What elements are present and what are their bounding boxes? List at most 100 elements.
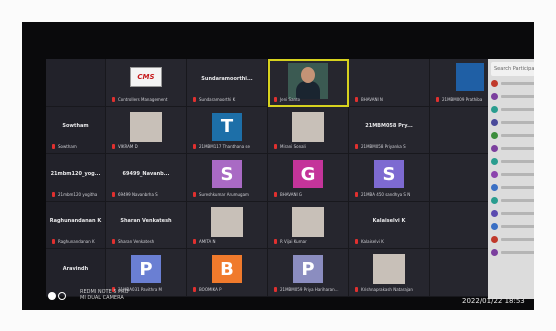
participant-name-text: BOOMIKA P (199, 286, 222, 292)
participant-tile[interactable]: S Sureshkumar Arumugam (187, 154, 268, 202)
mic-muted-icon (52, 191, 55, 197)
participant-photo (292, 206, 324, 237)
participant-search-input[interactable]: Search Participants (491, 62, 534, 76)
mic-muted-icon (193, 239, 196, 245)
camera-watermark-line2: MI DUAL CAMERA (80, 295, 124, 301)
hollow-dot-icon (58, 292, 66, 300)
participant-tile[interactable]: BHAVANI N (349, 59, 430, 107)
participant-tile[interactable]: CMS Controllers Management (106, 59, 187, 107)
participant-name-text: 21mbm120 yogitha (58, 191, 98, 197)
participant-name-label: 21mbm120 yogitha (52, 191, 101, 197)
participant-tile[interactable]: Sundaramoorthi... Sundaramoorthi K (187, 59, 268, 107)
participant-avatar-icon (491, 158, 498, 165)
participant-name-label: 21MBM059 Priya Hariharan... (274, 286, 344, 292)
participant-tile[interactable]: Kalaiselvi K Kalaiselvi K (349, 201, 430, 250)
photo-frame: CMS Controllers Management Sundaramoorthi.… (22, 22, 534, 310)
participant-name-label: Kalaiselvi K (355, 239, 425, 245)
participant-avatar: P (131, 255, 161, 284)
participant-name-text: Mirani Sonali (280, 144, 306, 150)
participant-name-label: Sowtham (52, 144, 101, 150)
participant-tile[interactable]: Raghunandanan K Raghunandanan K (46, 201, 106, 250)
participant-photo (292, 111, 324, 142)
participant-list-name (501, 212, 534, 215)
company-logo: CMS (130, 67, 162, 87)
participant-tile[interactable]: 21MBM058 Pry... 21MBM058 Priyanka S (349, 106, 430, 155)
participant-photo (373, 254, 405, 285)
participant-list-name (501, 173, 534, 176)
camera-watermark: REDMI NOTE 5 PRO MI DUAL CAMERA (80, 289, 129, 301)
participant-name-label: BHAVANI G (274, 191, 344, 197)
participant-list-item[interactable] (491, 169, 534, 180)
participant-name-text: Krishnaprakash Natarajan (361, 286, 413, 292)
participant-list-name (501, 134, 534, 137)
participant-tile[interactable]: Jeni Santo (268, 59, 349, 107)
participant-list-name (501, 95, 534, 98)
participant-photo (456, 63, 484, 91)
participant-tile[interactable]: R Vijai Kumar (268, 201, 349, 250)
participant-list-item[interactable] (491, 247, 534, 258)
participant-tile[interactable]: AMITA N (187, 201, 268, 250)
participant-tile[interactable]: Mirani Sonali (268, 106, 349, 155)
participant-avatar: G (293, 160, 323, 189)
participant-list-item[interactable] (491, 221, 534, 232)
participant-name-text: Sowtham (58, 144, 77, 150)
participant-tile[interactable]: Sharan Venkatesh Sharan Venkatesh (106, 201, 187, 250)
mic-muted-icon (193, 96, 196, 102)
mic-muted-icon (274, 286, 277, 292)
participant-tile[interactable]: T 21MBM117 Thanthana se (187, 106, 268, 155)
participant-list-name (501, 251, 534, 254)
mic-muted-icon (274, 96, 277, 102)
participant-tile[interactable]: 69499_Navanb... 69499 Navanbrha S (106, 154, 187, 202)
participant-list-item[interactable] (491, 156, 534, 167)
participant-display-name: Aravindh (62, 265, 89, 272)
participant-tile[interactable]: B BOOMIKA P (187, 249, 268, 297)
participant-list-item[interactable] (491, 195, 534, 206)
participant-tile[interactable]: Sowtham Sowtham (46, 106, 106, 155)
camera-watermark-dots (48, 292, 66, 300)
participant-tile[interactable]: VIKRAM D (106, 106, 187, 155)
participant-list-item[interactable] (491, 234, 534, 245)
participant-name-label: 69499 Navanbrha S (112, 191, 182, 197)
participant-list-item[interactable] (491, 208, 534, 219)
participant-list-name (501, 199, 534, 202)
participant-list-name (501, 186, 534, 189)
participant-avatar-icon (491, 145, 498, 152)
participant-tile[interactable]: G BHAVANI G (268, 154, 349, 202)
participant-avatar: S (374, 160, 404, 189)
participant-tile[interactable]: 21mbm120_yog... 21mbm120 yogitha (46, 154, 106, 202)
meeting-screen: CMS Controllers Management Sundaramoorthi.… (46, 59, 512, 297)
participant-name-label: AMITA N (193, 239, 263, 245)
participant-name-text: BHAVANI G (280, 191, 302, 197)
participant-name-label: Jeni Santo (274, 96, 344, 102)
participant-avatar-icon (491, 132, 498, 139)
participant-avatar-icon (491, 119, 498, 126)
participant-list-name (501, 108, 534, 111)
participant-list-name (501, 225, 534, 228)
participant-name-text: R Vijai Kumar (280, 239, 307, 245)
participant-list-item[interactable] (491, 91, 534, 102)
participant-tile[interactable] (46, 59, 106, 107)
participant-name-label: Krishnaprakash Natarajan (355, 286, 425, 292)
participant-name-text: Sharan Venkatesh (118, 239, 155, 245)
participant-list-name (501, 121, 534, 124)
participant-avatar-icon (491, 236, 498, 243)
participant-list-item[interactable] (491, 117, 534, 128)
participant-name-label: BOOMIKA P (193, 286, 263, 292)
participant-avatar: B (212, 255, 242, 284)
participant-tile[interactable]: S 21MBA 450 sandhya S N (349, 154, 430, 202)
participant-list-item[interactable] (491, 78, 534, 89)
participant-tile[interactable]: Krishnaprakash Natarajan (349, 249, 430, 297)
participant-name-text: Kalaiselvi K (361, 239, 384, 245)
participant-list-item[interactable] (491, 182, 534, 193)
participant-name-text: 21MBM009 Prathiba (442, 96, 483, 102)
participant-avatar: S (212, 160, 242, 189)
participant-list-item[interactable] (491, 130, 534, 141)
participant-tile[interactable]: P 21MBM059 Priya Hariharan... (268, 249, 349, 297)
participant-list-item[interactable] (491, 143, 534, 154)
participant-list (488, 78, 534, 258)
participant-name-text: 21MBM117 Thanthana se (199, 144, 250, 150)
face (301, 67, 315, 83)
participant-display-name: Kalaiselvi K (372, 218, 406, 225)
participant-name-label: BHAVANI N (355, 96, 425, 102)
participant-list-item[interactable] (491, 104, 534, 115)
